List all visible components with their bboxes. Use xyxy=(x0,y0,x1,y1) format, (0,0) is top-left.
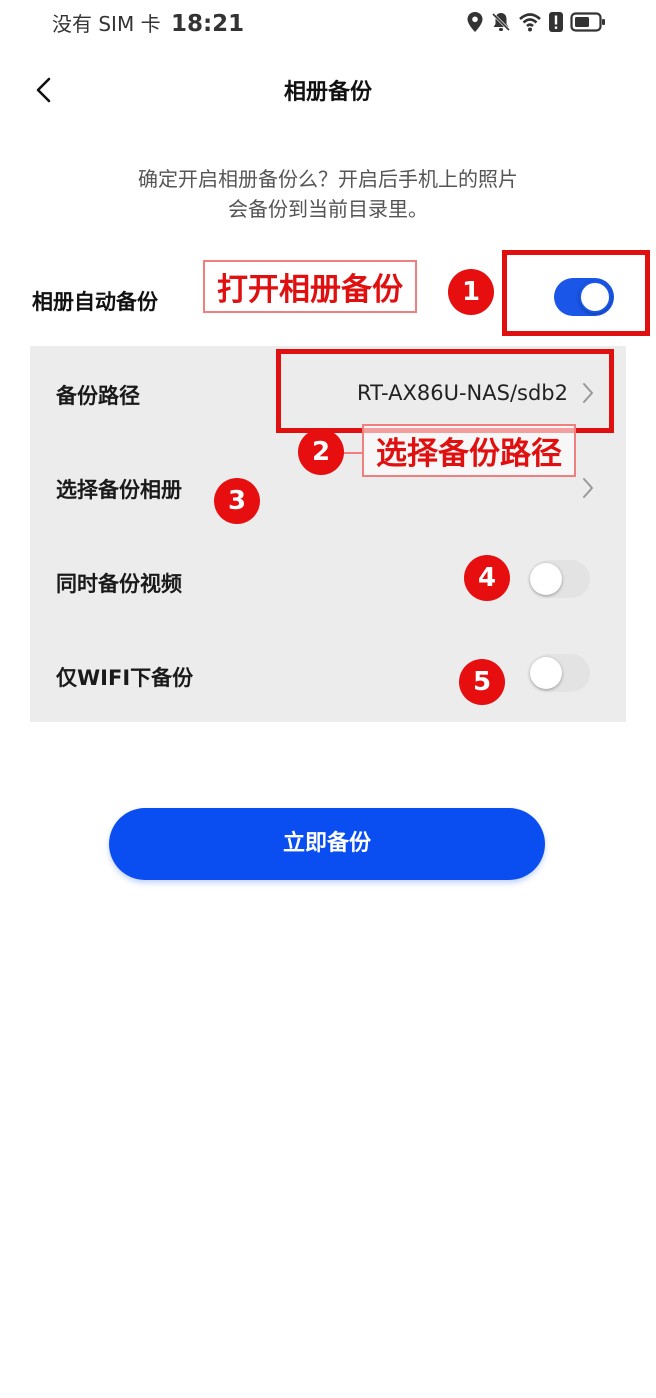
annotation-label-step1: 打开相册备份 xyxy=(203,260,417,313)
description-line-1: 确定开启相册备份么？开启后手机上的照片 xyxy=(138,167,518,191)
annotation-label-step2: 选择备份路径 xyxy=(362,424,576,477)
backup-path-label: 备份路径 xyxy=(56,384,140,408)
annotation-number-5: 5 xyxy=(459,659,505,705)
description-text: 确定开启相册备份么？开启后手机上的照片 会备份到当前目录里。 xyxy=(90,164,566,224)
toggle-knob xyxy=(530,657,562,689)
header: 相册备份 xyxy=(0,60,656,120)
annotation-number-4: 4 xyxy=(464,555,510,601)
backup-video-toggle[interactable] xyxy=(530,560,590,598)
alert-icon xyxy=(549,12,563,32)
select-album-label: 选择备份相册 xyxy=(56,478,182,502)
status-left: 没有 SIM 卡 18:21 xyxy=(52,8,244,37)
annotation-number-1: 1 xyxy=(448,269,494,315)
wifi-only-toggle[interactable] xyxy=(530,654,590,692)
wifi-only-label: 仅WIFI下备份 xyxy=(56,666,194,690)
annotation-box-toggle xyxy=(502,250,650,336)
status-icons xyxy=(466,10,606,34)
backup-video-label: 同时备份视频 xyxy=(56,572,182,596)
description-line-2: 会备份到当前目录里。 xyxy=(228,197,428,221)
toggle-knob xyxy=(530,563,562,595)
carrier-text: 没有 SIM 卡 xyxy=(52,12,161,36)
auto-backup-label: 相册自动备份 xyxy=(32,290,158,314)
page-title: 相册备份 xyxy=(283,80,372,105)
location-icon xyxy=(467,12,483,32)
backup-now-button[interactable]: 立即备份 xyxy=(109,808,545,880)
status-time: 18:21 xyxy=(170,11,245,37)
status-bar: 没有 SIM 卡 18:21 xyxy=(0,0,656,46)
bell-muted-icon xyxy=(491,12,511,32)
wifi-only-row: 仅WIFI下备份 xyxy=(30,628,626,722)
annotation-connector-2 xyxy=(342,452,364,454)
backup-video-row: 同时备份视频 xyxy=(30,534,626,628)
annotation-number-3: 3 xyxy=(214,478,260,524)
chevron-right-icon xyxy=(583,478,593,498)
annotation-number-2: 2 xyxy=(298,429,344,475)
annotation-box-path xyxy=(276,349,614,433)
battery-icon xyxy=(570,12,605,32)
wifi-icon xyxy=(519,13,541,32)
